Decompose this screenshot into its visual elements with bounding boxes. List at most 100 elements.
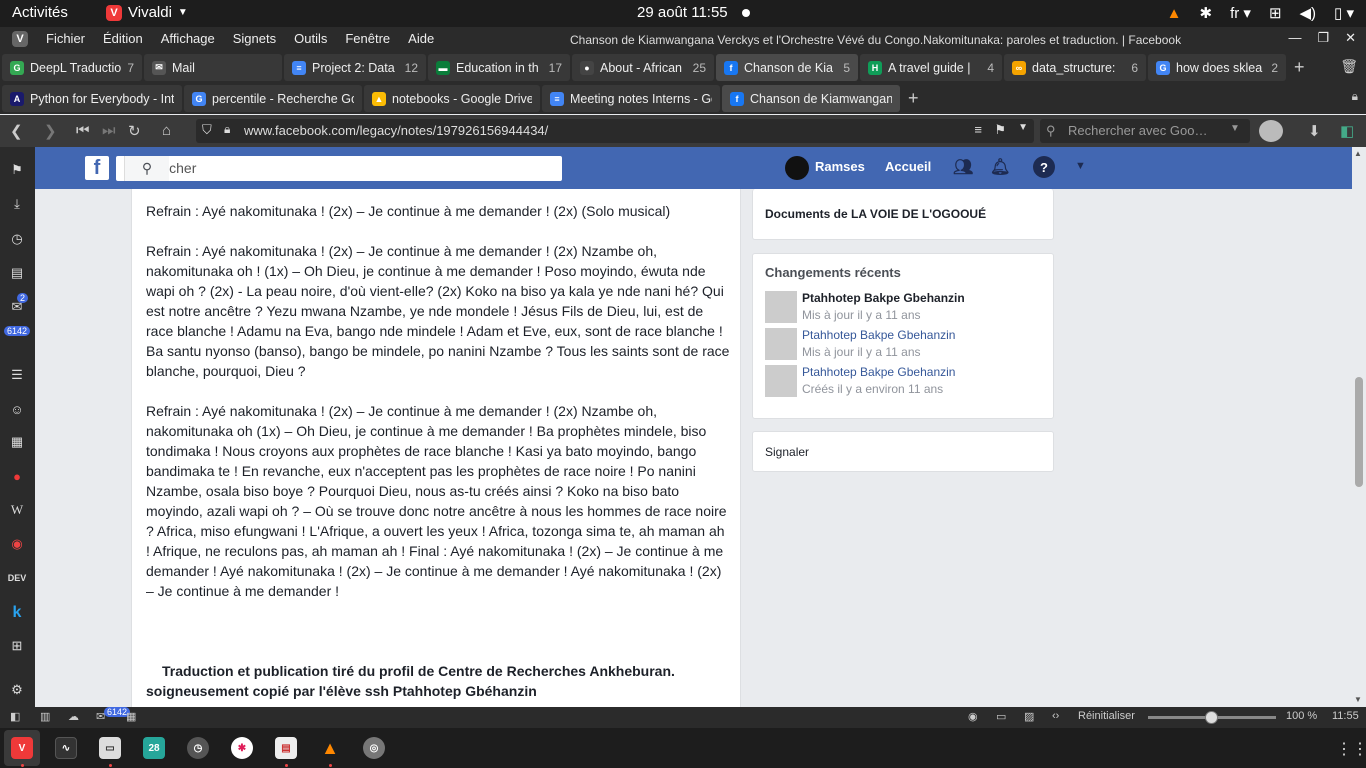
- bookmark-icon[interactable]: ⚑: [994, 122, 1006, 138]
- calendar-status-icon[interactable]: ▦: [126, 710, 136, 723]
- menu-item[interactable]: Aide: [408, 31, 434, 47]
- page-scrollbar[interactable]: ▲ ▼: [1352, 147, 1366, 707]
- document-viewer-icon[interactable]: ▤: [275, 737, 297, 759]
- friend-requests-icon[interactable]: 👥︎: [953, 157, 973, 177]
- disk-icon[interactable]: ◎: [363, 737, 385, 759]
- network-icon[interactable]: ⊞: [1269, 4, 1282, 22]
- notifications-icon[interactable]: 🔔︎: [990, 157, 1010, 177]
- search-field[interactable]: ⚲ Rechercher avec Goo… ▼: [1040, 119, 1250, 143]
- browser-tab[interactable]: Ghow does sklea 2: [1148, 54, 1286, 81]
- browser-tab[interactable]: f Chanson de Kia 5: [716, 54, 858, 81]
- vivaldi-taskbar-icon[interactable]: V: [11, 737, 33, 759]
- wikipedia-icon[interactable]: W: [8, 501, 26, 519]
- code-icon[interactable]: ‹›: [1052, 710, 1059, 722]
- language-indicator[interactable]: fr ▾: [1230, 4, 1251, 22]
- notes-icon[interactable]: ▤: [8, 264, 26, 282]
- browser-tab[interactable]: ● About - African 25: [572, 54, 714, 81]
- menu-item[interactable]: Fenêtre: [345, 31, 390, 47]
- extension-icon[interactable]: ◧: [1340, 122, 1354, 140]
- feeds-icon[interactable]: ☰: [8, 366, 26, 384]
- activities-button[interactable]: Activités: [12, 4, 68, 21]
- contacts-icon[interactable]: ☺: [8, 400, 26, 418]
- vivaldi-menu-icon[interactable]: V: [12, 31, 28, 47]
- system-tray[interactable]: ▲ ✱ fr ▾ ⊞ ◀) ▯ ▾: [1167, 4, 1354, 23]
- slack-icon[interactable]: ✱: [231, 737, 253, 759]
- browser-tab[interactable]: G DeepL Traductio 7: [2, 54, 142, 81]
- calendar-icon[interactable]: ▦: [8, 433, 26, 451]
- web-panel-icon[interactable]: ◉: [8, 535, 26, 553]
- search-engine-icon[interactable]: ⚲: [1046, 123, 1056, 139]
- scrollbar-thumb[interactable]: [1355, 377, 1363, 487]
- scroll-up-icon[interactable]: ▲: [1354, 149, 1362, 158]
- menu-item[interactable]: Signets: [233, 31, 276, 47]
- volume-icon[interactable]: ◀): [1300, 4, 1317, 22]
- bookmarks-icon[interactable]: ⚑: [8, 161, 26, 179]
- forward-icon[interactable]: ❯: [44, 122, 57, 140]
- zoom-slider[interactable]: [1148, 711, 1276, 724]
- vlc-tray-icon[interactable]: ▲: [1167, 5, 1182, 22]
- rewind-icon[interactable]: ⏮: [76, 122, 90, 139]
- menu-item[interactable]: Affichage: [161, 31, 215, 47]
- documents-link[interactable]: Documents de LA VOIE DE L'OGOOUÉ: [765, 207, 986, 221]
- avatar[interactable]: [765, 328, 797, 360]
- clock-app-icon[interactable]: ◷: [187, 737, 209, 759]
- trash-icon[interactable]: 🗑︎: [1340, 58, 1358, 75]
- browser-tab[interactable]: ≡ Meeting notes Interns - Go: [542, 85, 720, 112]
- search-icon[interactable]: ⚲: [124, 156, 169, 181]
- system-monitor-icon[interactable]: ∿: [55, 737, 77, 759]
- avatar[interactable]: [785, 156, 809, 180]
- recent-change-item[interactable]: Ptahhotep Bakpe Gbehanzin Mis à jour il …: [765, 291, 1045, 325]
- dev-icon[interactable]: DEV: [8, 569, 27, 587]
- app-grid-icon[interactable]: ⋮⋮: [1336, 739, 1366, 759]
- clock[interactable]: 29 août 11:55: [637, 4, 728, 21]
- close-icon[interactable]: ✕: [1345, 30, 1356, 46]
- chevron-down-icon[interactable]: ▼: [1018, 122, 1028, 133]
- browser-tab[interactable]: H A travel guide | 4: [860, 54, 1002, 81]
- avatar[interactable]: [765, 291, 797, 323]
- back-icon[interactable]: ❮: [10, 122, 23, 140]
- slack-tray-icon[interactable]: ✱: [1199, 4, 1212, 22]
- downloads-icon[interactable]: ⬇: [1308, 122, 1321, 140]
- browser-tab[interactable]: ≡ Project 2: Data 12: [284, 54, 426, 81]
- recent-change-name[interactable]: Ptahhotep Bakpe Gbehanzin: [802, 365, 955, 379]
- fast-forward-icon[interactable]: ⏭: [102, 122, 116, 139]
- report-link[interactable]: Signaler: [765, 445, 809, 459]
- avatar[interactable]: [765, 365, 797, 397]
- maximize-icon[interactable]: ❐: [1317, 30, 1329, 46]
- browser-tab[interactable]: ∞ data_structure: 6: [1004, 54, 1146, 81]
- browser-tab[interactable]: ▬ Education in th 17: [428, 54, 570, 81]
- profile-link[interactable]: Ramses: [815, 159, 865, 174]
- shield-icon[interactable]: ⛉: [202, 122, 212, 138]
- menu-item[interactable]: Outils: [294, 31, 327, 47]
- app-menu[interactable]: V Vivaldi ▼: [106, 4, 188, 21]
- recent-change-name[interactable]: Ptahhotep Bakpe Gbehanzin: [802, 291, 965, 305]
- new-tab-button[interactable]: +: [1294, 57, 1305, 78]
- recent-change-item[interactable]: Ptahhotep Bakpe Gbehanzin Mis à jour il …: [765, 328, 1045, 362]
- capture-icon[interactable]: ◉: [968, 710, 978, 723]
- url-text[interactable]: www.facebook.com/legacy/notes/1979261569…: [244, 123, 548, 138]
- files-icon[interactable]: ▭: [99, 737, 121, 759]
- profile-avatar-icon[interactable]: [1259, 120, 1283, 142]
- chevron-down-icon[interactable]: ▼: [1230, 123, 1240, 134]
- facebook-search-input[interactable]: Rechercher ⚲: [116, 156, 562, 181]
- vlc-icon[interactable]: ▲: [319, 737, 341, 759]
- home-icon[interactable]: ⌂: [162, 122, 171, 139]
- zoom-reset-button[interactable]: Réinitialiser: [1078, 710, 1135, 722]
- help-icon[interactable]: ?: [1033, 156, 1055, 178]
- reload-icon[interactable]: ↻: [128, 122, 141, 140]
- panel-toggle-icon[interactable]: ◧: [10, 710, 20, 723]
- address-bar[interactable]: ⛉ 🔒︎ www.facebook.com/legacy/notes/19792…: [196, 119, 1034, 143]
- calendar-app-icon[interactable]: 28: [143, 737, 165, 759]
- browser-tab[interactable]: A Python for Everybody - Intr: [2, 85, 182, 112]
- tab-tiling-icon[interactable]: ▥: [40, 710, 50, 723]
- new-tab-button[interactable]: +: [908, 88, 919, 109]
- browser-tab[interactable]: ▲ notebooks - Google Drive: [364, 85, 540, 112]
- recent-change-item[interactable]: Ptahhotep Bakpe Gbehanzin Créés il y a e…: [765, 365, 1045, 399]
- reader-view-icon[interactable]: ≡: [974, 122, 982, 137]
- vivaldi-panel-icon[interactable]: ●: [8, 467, 26, 485]
- zoom-slider-handle[interactable]: [1205, 711, 1218, 724]
- account-menu-icon[interactable]: ▼: [1075, 160, 1086, 172]
- recent-change-name[interactable]: Ptahhotep Bakpe Gbehanzin: [802, 328, 955, 342]
- downloads-panel-icon[interactable]: ⤓: [8, 195, 26, 213]
- add-panel-icon[interactable]: ⊞: [8, 637, 26, 655]
